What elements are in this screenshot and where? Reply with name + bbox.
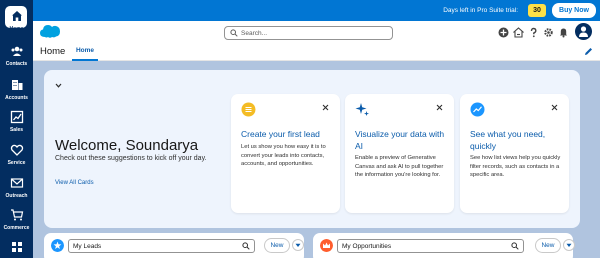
- card-title[interactable]: Create your first lead: [241, 128, 336, 140]
- edit-nav-pencil-icon[interactable]: [584, 47, 593, 56]
- ai-sparkle-icon: [355, 103, 369, 116]
- view-all-cards-link[interactable]: View All Cards: [55, 180, 94, 186]
- trend-icon: [470, 102, 485, 117]
- opportunities-list-view-input[interactable]: My Opportunities: [337, 239, 524, 253]
- leads-star-icon: [51, 239, 64, 252]
- rail-label-outreach: Outreach: [5, 193, 28, 199]
- sales-icon: [10, 110, 23, 124]
- opportunities-crown-icon: [320, 239, 333, 252]
- home-icon: [11, 11, 22, 21]
- lead-icon: [241, 102, 256, 117]
- chevron-down-icon: [566, 243, 572, 247]
- service-icon: [10, 144, 23, 156]
- leads-list-view-input[interactable]: My Leads: [68, 239, 255, 253]
- welcome-subtitle: Check out these suggestions to kick off …: [55, 155, 207, 162]
- rail-label-commerce: Commerce: [3, 225, 30, 231]
- rail-label-contacts: Contacts: [5, 61, 28, 67]
- rail-item-commerce[interactable]: Commerce: [0, 208, 33, 231]
- help-icon[interactable]: [528, 27, 539, 38]
- salesforce-logo-icon[interactable]: [39, 23, 61, 39]
- rail-label-accounts: Accounts: [5, 95, 28, 101]
- rail-item-accounts[interactable]: Accounts: [0, 78, 33, 101]
- card-body: Let us show you how easy it is to conver…: [241, 144, 326, 167]
- search-icon: [242, 242, 250, 250]
- trial-text: Days left in Pro Suite trial:: [443, 7, 518, 14]
- leads-list-view-value: My Leads: [73, 243, 102, 250]
- add-icon[interactable]: [498, 27, 509, 38]
- rail-label-home: Home: [9, 26, 24, 32]
- grid-icon: [11, 242, 22, 252]
- rail-label-sales: Sales: [9, 127, 24, 133]
- card-body: See how list views help you quickly filt…: [470, 155, 561, 178]
- search-placeholder: Search...: [241, 30, 268, 37]
- search-icon: [511, 242, 519, 250]
- rail-item-contacts[interactable]: Contacts: [0, 44, 33, 67]
- user-avatar[interactable]: [575, 23, 592, 40]
- commerce-icon: [10, 209, 23, 221]
- close-icon[interactable]: [436, 104, 443, 111]
- close-icon[interactable]: [322, 104, 329, 111]
- user-avatar-icon: [579, 26, 588, 37]
- leads-menu-button[interactable]: [292, 239, 304, 251]
- suggestion-card-visualize-ai: Visualize your data with AI Enable a pre…: [345, 94, 454, 213]
- welcome-title: Welcome, Soundarya: [55, 137, 199, 154]
- guidance-center-icon[interactable]: [513, 27, 524, 38]
- card-title[interactable]: See what you need, quickly: [470, 128, 565, 152]
- tab-home[interactable]: Home: [72, 45, 98, 61]
- app-launcher-rail: Home Contacts Accounts Sales Service Out…: [0, 0, 33, 258]
- new-opportunity-button[interactable]: New: [535, 238, 561, 253]
- close-icon[interactable]: [551, 104, 558, 111]
- new-lead-button[interactable]: New: [264, 238, 290, 253]
- opportunities-list-view-value: My Opportunities: [342, 243, 392, 250]
- rail-item-service[interactable]: Service: [0, 143, 33, 166]
- trial-banner: Days left in Pro Suite trial: 30 Buy Now: [33, 0, 600, 21]
- buy-now-button[interactable]: Buy Now: [552, 3, 596, 18]
- my-opportunities-card: My Opportunities New: [313, 233, 575, 258]
- rail-item-home[interactable]: Home: [0, 9, 33, 32]
- my-leads-card: My Leads New: [44, 233, 304, 258]
- rail-item-outreach[interactable]: Outreach: [0, 176, 33, 199]
- search-icon: [230, 29, 238, 37]
- outreach-icon: [10, 178, 23, 188]
- global-header: Search...: [33, 21, 600, 43]
- contacts-icon: [11, 46, 22, 56]
- chevron-down-icon: [295, 243, 301, 247]
- rail-item-more[interactable]: [0, 240, 33, 254]
- accounts-icon: [11, 80, 22, 90]
- card-body: Enable a preview of Generative Canvas an…: [355, 155, 444, 178]
- collapse-chevron-icon[interactable]: [54, 81, 63, 90]
- card-title[interactable]: Visualize your data with AI: [355, 128, 450, 152]
- opportunities-menu-button[interactable]: [563, 239, 575, 251]
- rail-label-service: Service: [7, 160, 26, 166]
- suggestion-card-create-lead: Create your first lead Let us show you h…: [231, 94, 340, 213]
- suggestion-card-list-views: See what you need, quickly See how list …: [460, 94, 569, 213]
- trial-days-badge: 30: [528, 4, 546, 17]
- setup-gear-icon[interactable]: [543, 27, 554, 38]
- notifications-bell-icon[interactable]: [558, 27, 569, 38]
- global-search-input[interactable]: Search...: [224, 26, 393, 40]
- rail-item-sales[interactable]: Sales: [0, 110, 33, 133]
- app-nav-bar: Home Home: [33, 43, 600, 61]
- app-name: Home: [40, 46, 66, 57]
